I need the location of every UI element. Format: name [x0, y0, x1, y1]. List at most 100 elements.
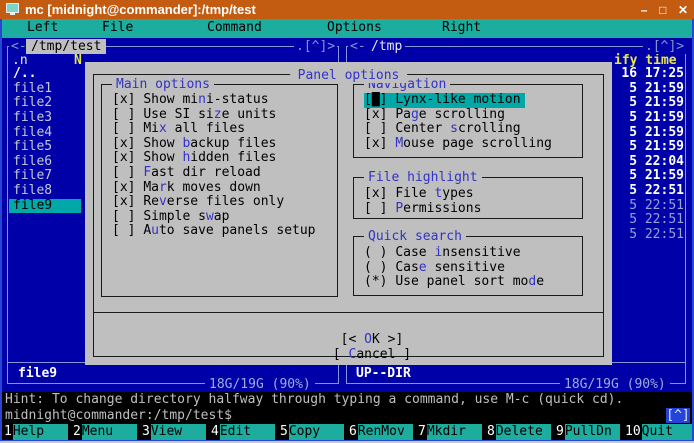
checkbox-option[interactable]: [x] Mark moves down [112, 181, 265, 196]
option-label: ast dir reload [151, 165, 261, 180]
option-hotkey: w [206, 209, 214, 224]
checkbox-option[interactable]: [ ] Center scrolling [364, 122, 525, 137]
menu-item-command[interactable]: Command [207, 20, 262, 35]
file-time-cell[interactable]: 5 21:59 [600, 82, 686, 97]
file-time-cell[interactable]: 5 21:59 [600, 169, 686, 184]
menu-item-right[interactable]: Right [442, 20, 481, 35]
checkbox-option[interactable]: [ ] Mix all files [112, 122, 249, 137]
cancel-button[interactable]: [ Cancel ] [333, 347, 411, 362]
file-row[interactable]: file7 [9, 169, 56, 184]
command-prompt[interactable]: midnight@commander:/tmp/test$ [2, 408, 692, 424]
radio-option[interactable]: ( ) Case insensitive [364, 246, 525, 261]
minimize-button[interactable]: – [641, 3, 648, 17]
quick-search-group: Quick search ( ) Case insensitive( ) Cas… [353, 236, 583, 296]
checkbox-option[interactable]: [ ] Simple swap [112, 210, 233, 225]
left-panel-path[interactable]: /tmp/test [26, 39, 106, 54]
file-time-cell[interactable]: 5 21:59 [600, 111, 686, 126]
left-panel-controls[interactable]: .[^]> [294, 39, 337, 54]
file-row[interactable]: file1 [9, 82, 56, 97]
option-label: File [395, 186, 434, 201]
checkbox-option[interactable]: [ ] Use SI size units [112, 108, 280, 123]
function-key-bar: 1Help2Menu3View4Edit5Copy6RenMov7Mkdir8D… [2, 424, 692, 440]
menu-item-options[interactable]: Options [327, 20, 382, 35]
fnkey-label: Copy [289, 424, 344, 440]
file-time-cell[interactable]: 16 17:25 [600, 67, 686, 82]
checkbox-mark: [█] [364, 92, 395, 107]
fnkey-number: 9 [554, 424, 565, 440]
option-hotkey: s [450, 121, 458, 136]
file-row[interactable]: file8 [9, 184, 56, 199]
checkbox-mark: [ ] [112, 209, 143, 224]
titlebar: mc [midnight@commander]:/tmp/test – □ ✕ [0, 0, 694, 19]
file-time-cell[interactable]: 5 22:51 [600, 184, 686, 199]
ok-button[interactable]: [< OK >] [341, 332, 404, 347]
fnkey-label: PullDn [565, 424, 620, 440]
option-label: e scrolling [419, 107, 505, 122]
radio-option[interactable]: ( ) Case sensitive [364, 261, 509, 276]
checkbox-option[interactable]: [x] File types [364, 187, 478, 202]
file-row[interactable]: file5 [9, 140, 56, 155]
close-button[interactable]: ✕ [678, 3, 688, 17]
option-label: Cas [395, 260, 418, 275]
file-time-cell[interactable]: 5 21:59 [600, 126, 686, 141]
checkbox-option[interactable]: [x] Reverse files only [112, 195, 288, 210]
file-time-cell[interactable]: 5 22:51 [600, 213, 686, 228]
menubar: Left File Command Options Right [2, 19, 692, 38]
file-time-cell[interactable]: 5 22:51 [600, 228, 686, 243]
right-panel-controls[interactable]: .[^]> [643, 39, 686, 54]
option-label: Simple s [143, 209, 206, 224]
file-row[interactable]: file4 [9, 126, 56, 141]
history-button[interactable]: [^] [666, 408, 690, 423]
dialog-button-separator [93, 312, 604, 313]
fnkey-renmov[interactable]: 6RenMov [347, 424, 416, 440]
checkbox-option[interactable]: [█] Lynx-like motion [364, 93, 525, 108]
maximize-button[interactable]: □ [659, 3, 666, 17]
file-time-cell[interactable]: 5 22:51 [600, 199, 686, 214]
radio-option[interactable]: (*) Use panel sort mode [364, 275, 548, 290]
option-label: ermissions [403, 201, 481, 216]
menu-item-left[interactable]: Left [27, 20, 58, 35]
file-time-cell[interactable]: 5 22:04 [600, 155, 686, 170]
checkbox-option[interactable]: [ ] Permissions [364, 202, 485, 217]
checkbox-mark: [ ] [112, 223, 143, 238]
terminal-app-icon [6, 3, 19, 13]
fnkey-quit[interactable]: 10Quit [623, 424, 692, 440]
option-label: i-status [206, 92, 269, 107]
checkbox-option[interactable]: [ ] Auto save panels setup [112, 224, 320, 239]
right-panel-path[interactable]: /tmp [368, 39, 405, 54]
fnkey-delete[interactable]: 8Delete [485, 424, 554, 440]
checkbox-option[interactable]: [x] Page scrolling [364, 108, 509, 123]
fnkey-edit[interactable]: 4Edit [209, 424, 278, 440]
option-label: sensitive [427, 260, 505, 275]
fnkey-number: 3 [140, 424, 151, 440]
fnkey-mkdir[interactable]: 7Mkdir [416, 424, 485, 440]
file-row[interactable]: file3 [9, 111, 56, 126]
right-history-back-icon[interactable]: <- [348, 39, 368, 54]
checkbox-option[interactable]: [x] Show backup files [112, 137, 280, 152]
fnkey-pulldn[interactable]: 9PullDn [554, 424, 623, 440]
file-row-selected[interactable]: file9 [9, 199, 81, 214]
checkbox-option[interactable]: [ ] Fast dir reload [112, 166, 265, 181]
file-row[interactable]: file6 [9, 155, 56, 170]
file-time-cell[interactable]: 5 21:59 [600, 96, 686, 111]
file-time-cell[interactable]: 5 21:59 [600, 140, 686, 155]
fnkey-menu[interactable]: 2Menu [71, 424, 140, 440]
fnkey-number: 2 [71, 424, 82, 440]
option-hotkey: e [419, 260, 427, 275]
checkbox-option[interactable]: [x] Show hidden files [112, 151, 280, 166]
left-size-info: 18G/19G (90%) [205, 377, 315, 392]
file-row[interactable]: file2 [9, 96, 56, 111]
name-column-header[interactable]: N [74, 53, 82, 68]
option-label: nsensitive [442, 245, 520, 260]
checkbox-mark: [x] [112, 92, 143, 107]
file-row[interactable]: /.. [9, 67, 40, 82]
option-hotkey: P [395, 201, 403, 216]
checkbox-option[interactable]: [x] Show mini-status [112, 93, 273, 108]
menu-item-file[interactable]: File [102, 20, 133, 35]
checkbox-mark: [ ] [112, 165, 143, 180]
fnkey-help[interactable]: 1Help [2, 424, 71, 440]
fnkey-copy[interactable]: 5Copy [278, 424, 347, 440]
fnkey-view[interactable]: 3View [140, 424, 209, 440]
fnkey-label: Menu [82, 424, 137, 440]
checkbox-option[interactable]: [x] Mouse page scrolling [364, 137, 556, 152]
